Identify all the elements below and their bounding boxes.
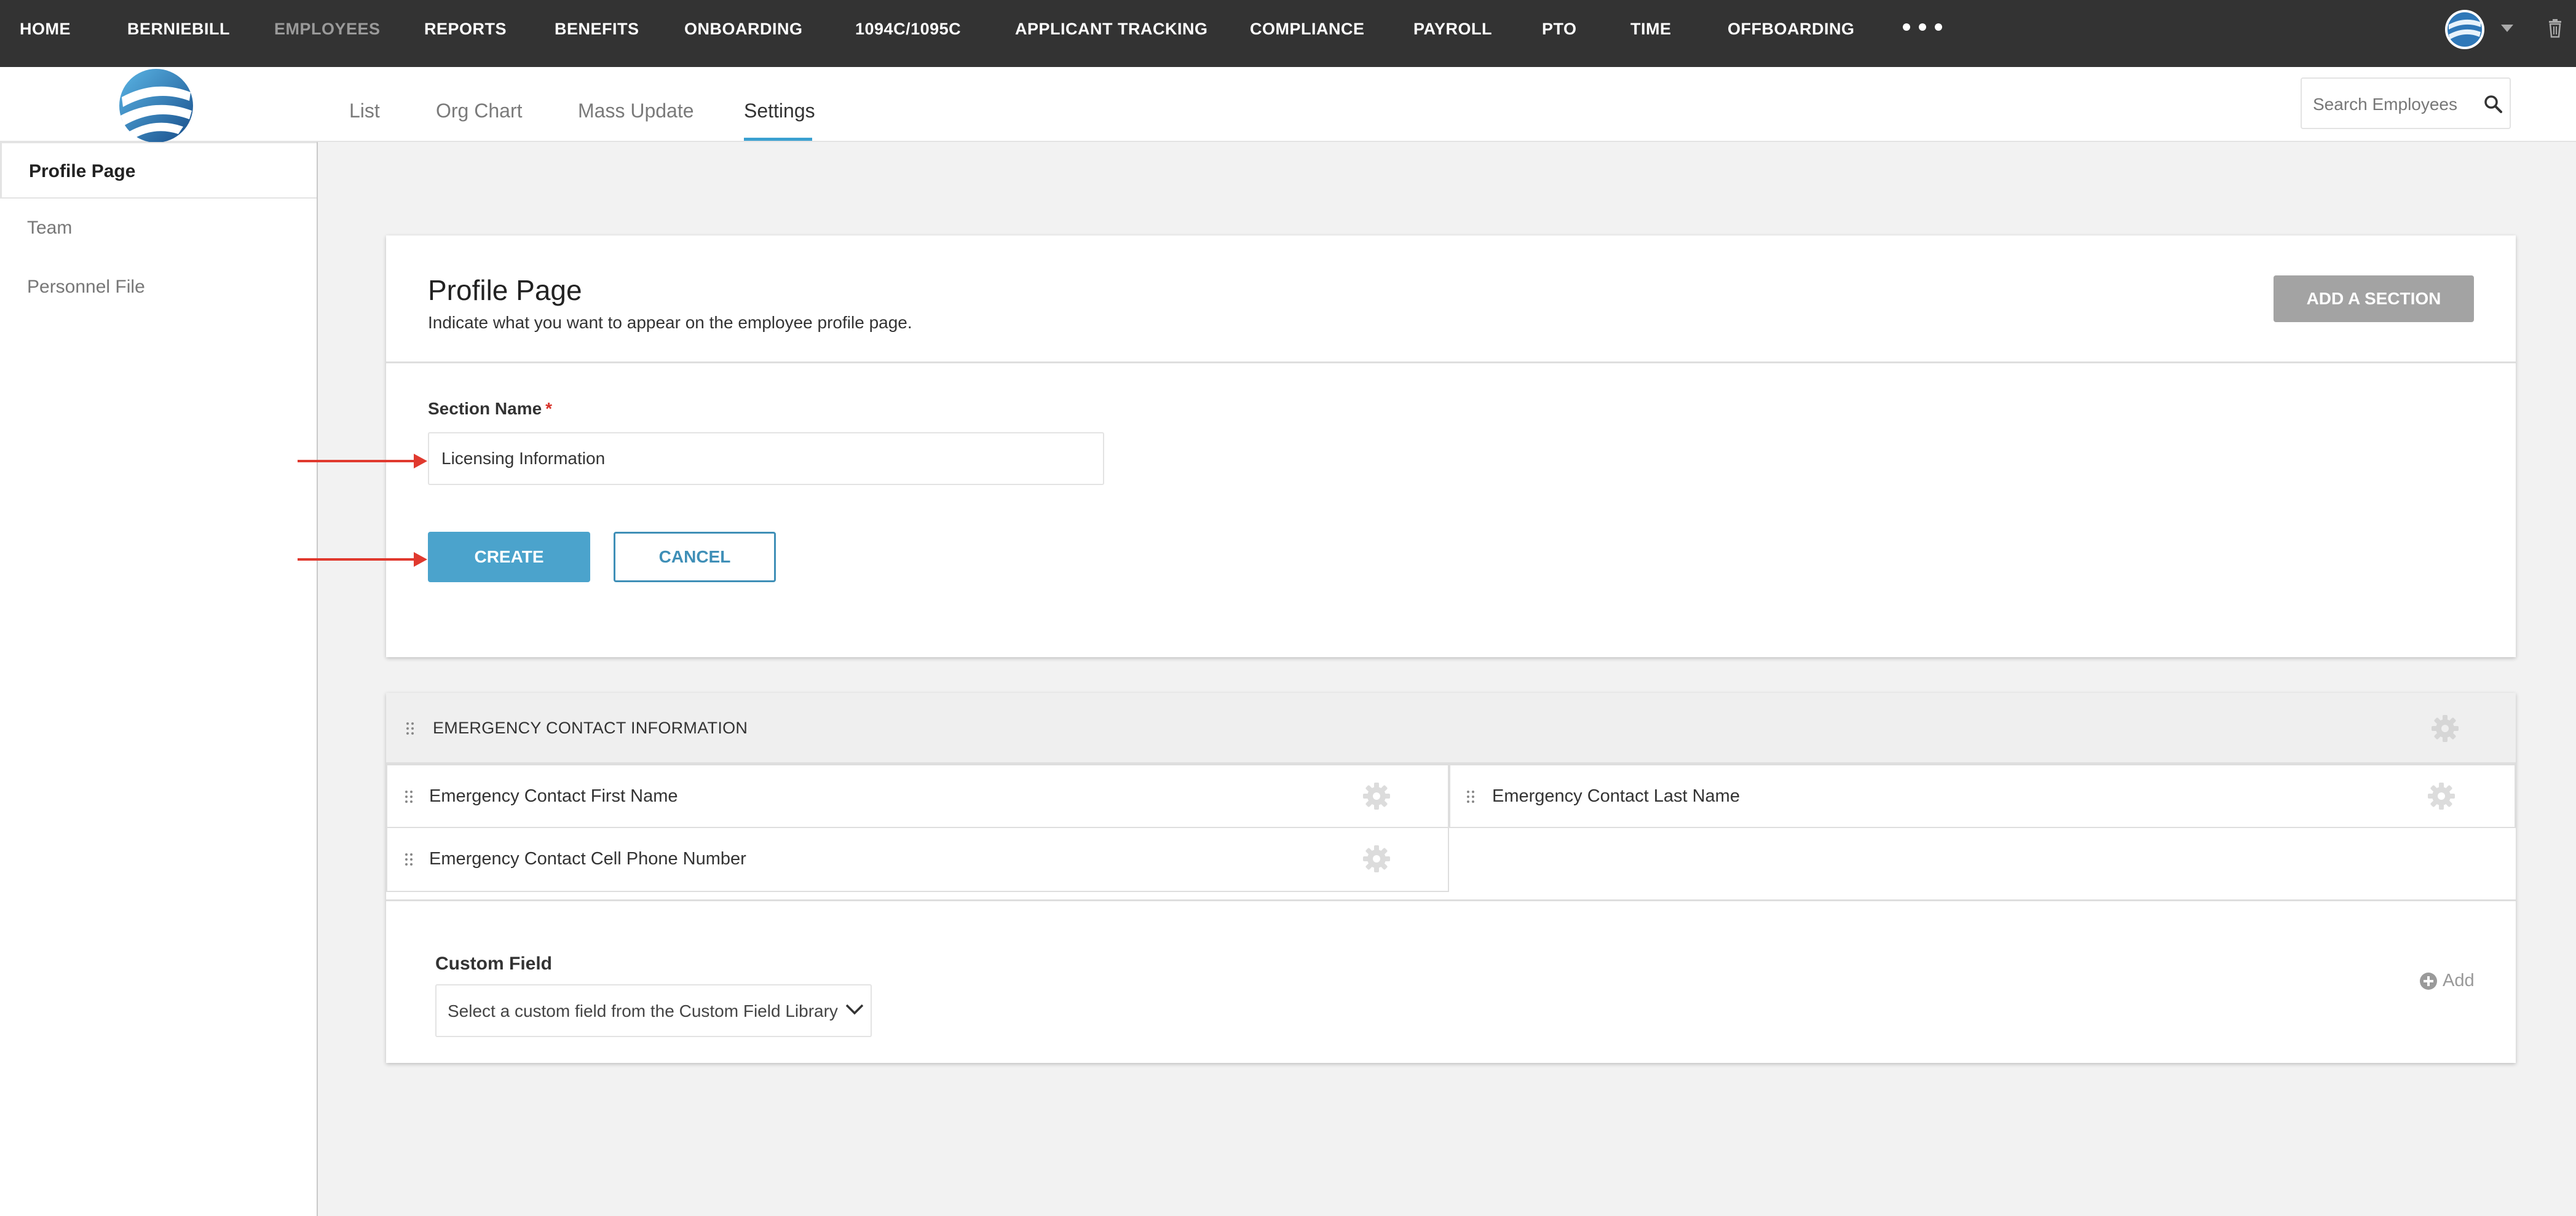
custom-field-select-value: Select a custom field from the Custom Fi… bbox=[448, 1001, 838, 1021]
search-employees-box bbox=[2301, 77, 2511, 129]
field-row-cell-phone: Emergency Contact Cell Phone Number bbox=[386, 827, 1449, 892]
profile-page-card: Profile Page Indicate what you want to a… bbox=[386, 235, 2516, 657]
plus-circle-icon bbox=[2419, 972, 2438, 990]
page-description: Indicate what you want to appear on the … bbox=[428, 313, 912, 332]
tab-mass-update[interactable]: Mass Update bbox=[578, 67, 694, 142]
emergency-contact-section-card: EMERGENCY CONTACT INFORMATION Emergency … bbox=[386, 693, 2516, 1063]
nav-item-reports[interactable]: REPORTS bbox=[424, 0, 507, 67]
settings-sidebar: Profile Page Team Personnel File bbox=[0, 142, 318, 1216]
search-icon[interactable] bbox=[2483, 93, 2503, 114]
chevron-down-icon bbox=[845, 1003, 864, 1016]
section-title: EMERGENCY CONTACT INFORMATION bbox=[433, 719, 748, 737]
nav-item-pto[interactable]: PTO bbox=[1542, 0, 1577, 67]
required-asterisk: * bbox=[545, 399, 553, 418]
nav-item-1094c-1095c[interactable]: 1094C/1095C bbox=[855, 0, 961, 67]
section-header: EMERGENCY CONTACT INFORMATION bbox=[386, 693, 2516, 764]
nav-item-compliance[interactable]: COMPLIANCE bbox=[1250, 0, 1365, 67]
more-menu-ellipsis-icon[interactable] bbox=[1903, 23, 1942, 31]
section-name-label-text: Section Name bbox=[428, 399, 542, 418]
annotation-arrow-section-name bbox=[298, 454, 427, 468]
custom-field-label: Custom Field bbox=[435, 953, 553, 974]
drag-handle-icon[interactable] bbox=[406, 722, 414, 735]
cancel-button[interactable]: CANCEL bbox=[614, 532, 776, 582]
section-name-input[interactable] bbox=[428, 432, 1104, 485]
page-title: Profile Page bbox=[428, 274, 582, 306]
top-navigation-bar: HOME BERNIEBILL EMPLOYEES REPORTS BENEFI… bbox=[0, 0, 2576, 67]
globe-avatar-icon[interactable] bbox=[2444, 9, 2486, 50]
add-section-button[interactable]: ADD A SECTION bbox=[2274, 275, 2474, 322]
card-header: Profile Page Indicate what you want to a… bbox=[386, 235, 2516, 363]
nav-item-applicant-tracking[interactable]: APPLICANT TRACKING bbox=[1015, 0, 1208, 67]
nav-item-home[interactable]: HOME bbox=[20, 0, 71, 67]
sidebar-item-personnel-file[interactable]: Personnel File bbox=[0, 259, 317, 315]
nav-item-benefits[interactable]: BENEFITS bbox=[555, 0, 639, 67]
trash-icon[interactable] bbox=[2548, 18, 2562, 38]
field-name: Emergency Contact Last Name bbox=[1492, 786, 1740, 806]
tab-list[interactable]: List bbox=[349, 67, 380, 142]
nav-item-onboarding[interactable]: ONBOARDING bbox=[684, 0, 803, 67]
active-tab-underline bbox=[744, 138, 812, 141]
drag-handle-icon[interactable] bbox=[405, 853, 413, 866]
drag-handle-icon[interactable] bbox=[405, 790, 413, 803]
tab-org-chart[interactable]: Org Chart bbox=[436, 67, 522, 142]
tab-settings[interactable]: Settings bbox=[744, 67, 815, 142]
nav-item-payroll[interactable]: PAYROLL bbox=[1413, 0, 1492, 67]
drag-handle-icon[interactable] bbox=[1466, 790, 1475, 803]
field-settings-gear-icon[interactable] bbox=[1362, 844, 1391, 874]
account-dropdown-caret-icon[interactable] bbox=[2501, 25, 2513, 32]
section-name-label: Section Name * bbox=[428, 399, 552, 419]
nav-item-berniebill[interactable]: BERNIEBILL bbox=[127, 0, 230, 67]
field-row-last-name: Emergency Contact Last Name bbox=[1449, 764, 2516, 828]
field-settings-gear-icon[interactable] bbox=[1362, 781, 1391, 811]
section-settings-gear-icon[interactable] bbox=[2430, 714, 2460, 743]
field-settings-gear-icon[interactable] bbox=[2427, 781, 2456, 811]
add-label: Add bbox=[2443, 971, 2475, 990]
nav-item-time[interactable]: TIME bbox=[1630, 0, 1672, 67]
nav-item-offboarding[interactable]: OFFBOARDING bbox=[1728, 0, 1854, 67]
sidebar-item-profile-page[interactable]: Profile Page bbox=[0, 142, 317, 199]
field-name: Emergency Contact Cell Phone Number bbox=[429, 849, 746, 869]
company-logo-icon[interactable] bbox=[117, 68, 196, 144]
nav-item-employees[interactable]: EMPLOYEES bbox=[274, 0, 381, 67]
section-divider bbox=[386, 899, 2516, 901]
sidebar-item-team[interactable]: Team bbox=[0, 200, 317, 256]
custom-field-select[interactable]: Select a custom field from the Custom Fi… bbox=[435, 984, 872, 1037]
annotation-arrow-create bbox=[298, 552, 427, 567]
field-row-first-name: Emergency Contact First Name bbox=[386, 764, 1449, 828]
search-input[interactable] bbox=[2313, 92, 2473, 117]
sub-header bbox=[0, 67, 2576, 142]
create-button[interactable]: CREATE bbox=[428, 532, 590, 582]
add-custom-field-button[interactable]: Add bbox=[2419, 971, 2475, 991]
field-name: Emergency Contact First Name bbox=[429, 786, 678, 806]
